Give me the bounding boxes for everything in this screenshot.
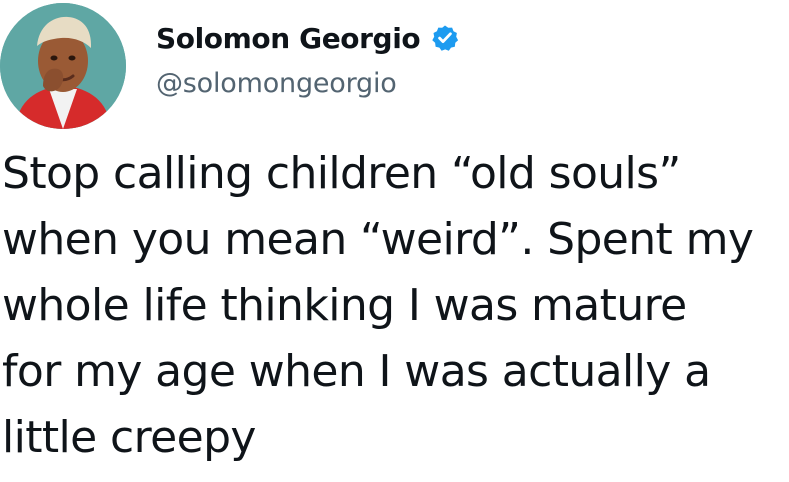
tweet-text: Stop calling children “old souls” when y…: [2, 141, 786, 471]
tweet-line: when you mean “weird”. Spent my: [2, 214, 754, 265]
avatar[interactable]: [0, 3, 126, 129]
author-display-name[interactable]: Solomon Georgio: [156, 22, 421, 55]
tweet-card: Solomon Georgio @solomongeorgio Stop cal…: [0, 0, 789, 482]
tweet-header: Solomon Georgio @solomongeorgio: [0, 0, 789, 140]
author-info: Solomon Georgio @solomongeorgio: [156, 18, 460, 99]
avatar-portrait-icon: [0, 3, 126, 129]
author-name-row: Solomon Georgio: [156, 18, 460, 58]
verified-badge-icon: [430, 23, 460, 53]
author-handle[interactable]: @solomongeorgio: [156, 68, 460, 99]
tweet-line: whole life thinking I was mature: [2, 280, 687, 331]
tweet-line: Stop calling children “old souls”: [2, 148, 681, 199]
tweet-line: for my age when I was actually a: [2, 346, 711, 397]
tweet-line: little creepy: [2, 412, 256, 463]
